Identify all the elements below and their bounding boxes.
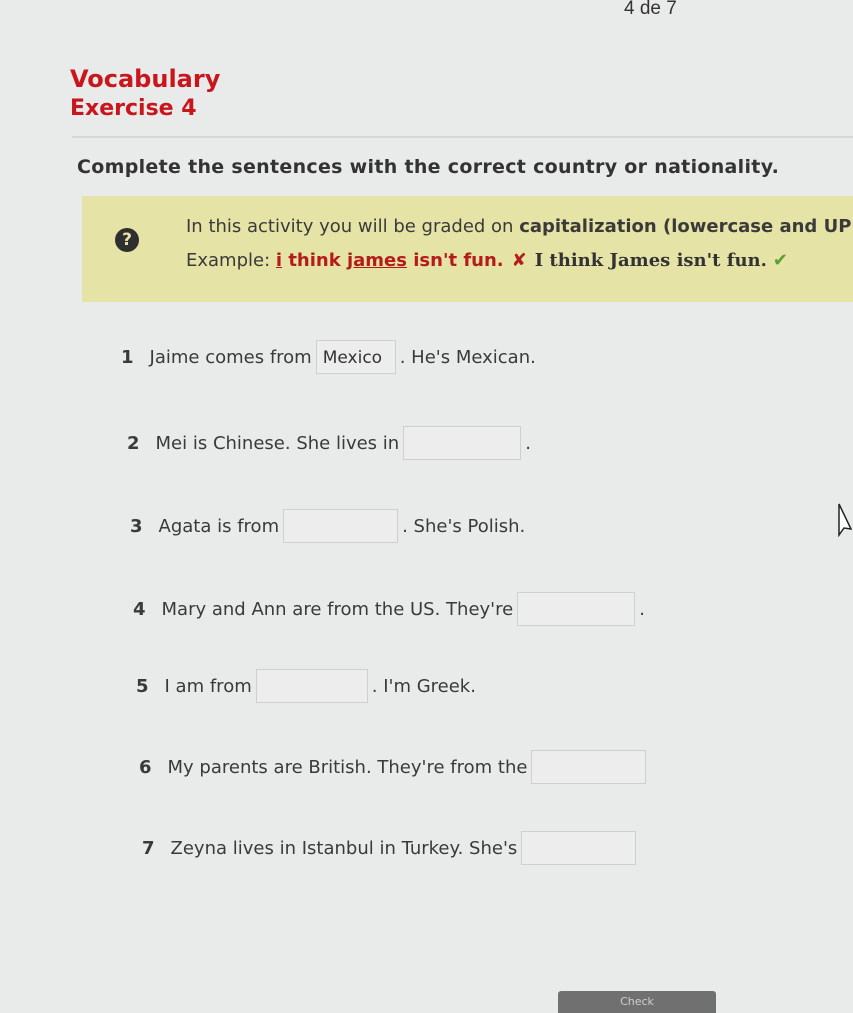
question-item: 6 My parents are British. They're from t…	[139, 750, 650, 784]
page-counter: 4 de 7	[624, 0, 677, 19]
question-text-before: I am from	[164, 675, 252, 697]
cross-icon: ✘	[511, 250, 527, 271]
exercise-header: Vocabulary Exercise 4	[70, 64, 220, 124]
question-text-before: Zeyna lives in Istanbul in Turkey. She's	[170, 837, 518, 859]
check-button[interactable]: Check	[558, 991, 716, 1013]
instructions-text: Complete the sentences with the correct …	[77, 156, 780, 178]
question-text-after: . He's Mexican.	[399, 346, 536, 368]
question-item: 4 Mary and Ann are from the US. They're …	[133, 592, 645, 626]
answer-input[interactable]	[255, 669, 368, 703]
question-item: 7 Zeyna lives in Istanbul in Turkey. She…	[142, 831, 640, 865]
wrong-think: think	[282, 250, 347, 271]
answer-input[interactable]	[521, 831, 637, 865]
question-text-before: Agata is from	[158, 515, 280, 537]
question-text-before: Mary and Ann are from the US. They're	[161, 598, 514, 620]
question-text-after: . She's Polish.	[402, 515, 526, 537]
wrong-james: james	[346, 250, 407, 271]
wrong-example: i think james isn't fun.	[276, 250, 504, 271]
question-number: 7	[142, 837, 155, 859]
answer-input[interactable]	[403, 426, 522, 460]
exercise-title: Exercise 4	[70, 96, 197, 121]
question-text-after: .	[639, 598, 645, 620]
divider	[72, 136, 853, 138]
info-line1-start: In this activity you will be graded on	[186, 216, 520, 237]
question-item: 5 I am from . I'm Greek.	[136, 669, 476, 703]
example-label: Example:	[186, 250, 276, 271]
question-number: 4	[133, 598, 146, 620]
wrong-rest: isn't fun.	[406, 250, 504, 271]
question-circle-icon[interactable]: ?	[115, 228, 139, 252]
info-capitalization-text: In this activity you will be graded on c…	[186, 216, 853, 237]
question-text-after: . I'm Greek.	[371, 675, 476, 697]
mouse-cursor-icon	[838, 503, 852, 537]
question-item: 3 Agata is from . She's Polish.	[130, 509, 525, 543]
page-title: Vocabulary	[70, 65, 221, 93]
check-icon: ✔	[772, 250, 788, 271]
question-text-before: Mei is Chinese. She lives in	[155, 432, 400, 454]
question-text-before: Jaime comes from	[149, 346, 312, 368]
info-line1-bold: capitalization (lowercase and UPPER	[519, 216, 853, 237]
right-example: I think James isn't fun.	[534, 250, 767, 271]
answer-input[interactable]	[283, 509, 399, 543]
answer-input[interactable]	[531, 750, 647, 784]
answer-input[interactable]	[517, 592, 636, 626]
question-number: 5	[136, 675, 149, 697]
question-text-before: My parents are British. They're from the	[167, 756, 528, 778]
info-box: ? In this activity you will be graded on…	[82, 196, 853, 302]
question-number: 3	[130, 515, 143, 537]
answer-input[interactable]: Mexico	[315, 340, 396, 374]
question-text-after: .	[525, 432, 531, 454]
info-example: Example: i think james isn't fun. ✘ I thin…	[186, 250, 788, 271]
question-number: 2	[127, 432, 140, 454]
question-item: 1 Jaime comes from Mexico . He's Mexican…	[121, 340, 536, 374]
question-item: 2 Mei is Chinese. She lives in .	[127, 426, 531, 460]
question-number: 1	[121, 346, 134, 368]
question-number: 6	[139, 756, 152, 778]
